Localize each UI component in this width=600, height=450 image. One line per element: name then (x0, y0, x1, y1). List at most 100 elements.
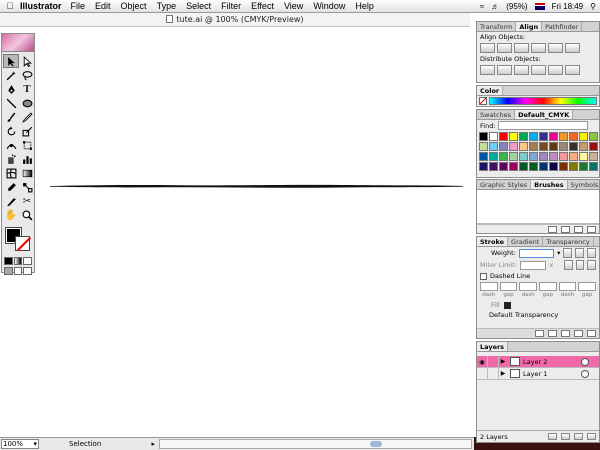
menu-edit[interactable]: Edit (95, 1, 111, 11)
swatch-29[interactable] (519, 152, 528, 161)
swatch-11[interactable] (579, 132, 588, 141)
swatch-12[interactable] (589, 132, 598, 141)
layer-row-layer-1[interactable]: ▶ Layer 1 (477, 368, 599, 380)
swatch-44[interactable] (549, 162, 558, 171)
clear-appearance-button[interactable] (548, 330, 557, 337)
color-spectrum-bar[interactable] (489, 97, 597, 105)
column-graph-tool-icon[interactable] (19, 152, 35, 166)
standard-screen-mode-button[interactable] (4, 267, 13, 275)
menu-filter[interactable]: Filter (221, 1, 241, 11)
tab-align[interactable]: Align (516, 22, 543, 31)
remove-brush-stroke-button[interactable] (548, 226, 557, 233)
new-brush-button[interactable] (574, 226, 583, 233)
swatch-1[interactable] (479, 132, 488, 141)
align-right-button[interactable] (514, 43, 529, 53)
warp-tool-icon[interactable] (3, 138, 19, 152)
swatch-25[interactable] (479, 152, 488, 161)
swatch-48[interactable] (589, 162, 598, 171)
distribute-bottom-button[interactable] (514, 65, 529, 75)
dash-2-input[interactable] (519, 282, 538, 291)
line-segment-tool-icon[interactable] (3, 96, 19, 110)
full-screen-menu-mode-button[interactable] (13, 267, 23, 275)
layer-row-layer-2[interactable]: ◉ ▶ Layer 2 (477, 356, 599, 368)
weight-dropdown-icon[interactable]: ▾ (557, 249, 560, 257)
tab-brushes[interactable]: Brushes (531, 180, 568, 189)
gap-1-input[interactable] (499, 282, 518, 291)
brush-stroke-path[interactable] (50, 182, 463, 190)
layer-2-expand-triangle-icon[interactable]: ▶ (499, 358, 507, 365)
layer-1-name[interactable]: Layer 1 (523, 370, 581, 378)
layer-1-expand-triangle-icon[interactable]: ▶ (499, 370, 507, 377)
layer-1-lock-icon[interactable] (488, 368, 499, 379)
swatch-37[interactable] (479, 162, 488, 171)
layer-2-target-icon[interactable] (581, 357, 589, 366)
gap-2-input[interactable] (539, 282, 557, 291)
align-bottom-button[interactable] (565, 43, 580, 53)
swatch-27[interactable] (499, 152, 508, 161)
menu-window[interactable]: Window (313, 1, 345, 11)
scissors-tool-icon[interactable]: ✂ (19, 194, 35, 208)
hand-tool-icon[interactable]: ✋ (3, 208, 19, 222)
horizontal-scrollbar[interactable] (159, 439, 472, 449)
slice-tool-icon[interactable] (3, 194, 19, 208)
tab-gradient[interactable]: Gradient (508, 237, 544, 246)
menu-object[interactable]: Object (121, 1, 147, 11)
zoom-dropdown-icon[interactable]: ▾ (33, 440, 37, 448)
tab-swatches[interactable]: Swatches (477, 110, 516, 119)
swatch-43[interactable] (539, 162, 548, 171)
gradient-mode-button[interactable] (13, 257, 23, 265)
swatch-32[interactable] (549, 152, 558, 161)
projecting-cap-button[interactable] (587, 248, 596, 258)
color-mode-button[interactable] (4, 257, 13, 265)
app-menu[interactable]: Illustrator (20, 1, 62, 11)
tab-color[interactable]: Color (477, 86, 504, 95)
find-swatch-input[interactable] (497, 121, 588, 130)
tab-pathfinder[interactable]: Pathfinder (542, 22, 583, 31)
swatch-45[interactable] (559, 162, 568, 171)
new-layer-button[interactable] (574, 433, 583, 440)
swatch-13[interactable] (479, 142, 488, 151)
swatch-28[interactable] (509, 152, 518, 161)
bevel-join-button[interactable] (587, 260, 597, 270)
swatch-33[interactable] (559, 152, 568, 161)
swatch-34[interactable] (569, 152, 578, 161)
status-dropdown-icon[interactable]: ▸ (151, 440, 155, 448)
swatch-31[interactable] (539, 152, 548, 161)
dashed-line-checkbox[interactable] (480, 272, 487, 280)
swatch-46[interactable] (569, 162, 578, 171)
layer-2-lock-toggle[interactable] (488, 356, 499, 367)
eyedropper-tool-icon[interactable] (3, 180, 19, 194)
distribute-vertical-center-button[interactable] (497, 65, 512, 75)
swatch-5[interactable] (519, 132, 528, 141)
gap-3-input[interactable] (578, 282, 597, 291)
swatch-7[interactable] (539, 132, 548, 141)
ellipse-tool-icon[interactable] (19, 96, 35, 110)
swatch-18[interactable] (529, 142, 538, 151)
swatch-23[interactable] (579, 142, 588, 151)
brush-options-button[interactable] (561, 226, 570, 233)
tab-graphic-styles[interactable]: Graphic Styles (477, 180, 532, 189)
direct-selection-tool-icon[interactable] (19, 54, 35, 68)
delete-layer-button[interactable] (587, 433, 596, 440)
menu-help[interactable]: Help (355, 1, 374, 11)
menu-effect[interactable]: Effect (251, 1, 274, 11)
swatch-20[interactable] (549, 142, 558, 151)
align-vertical-center-button[interactable] (548, 43, 563, 53)
brush-library-list[interactable] (477, 190, 599, 224)
swatch-39[interactable] (499, 162, 508, 171)
tab-transform[interactable]: Transform (477, 22, 517, 31)
new-sublayer-button[interactable] (561, 433, 570, 440)
battery-status[interactable]: (95%) (506, 2, 527, 11)
stroke-weight-input[interactable] (518, 248, 555, 258)
align-horizontal-center-button[interactable] (497, 43, 512, 53)
status-menu[interactable]: Selection ▸ (69, 440, 155, 448)
gradient-tool-icon[interactable] (19, 166, 35, 180)
swatch-6[interactable] (529, 132, 538, 141)
menu-select[interactable]: Select (186, 1, 211, 11)
layer-2-name[interactable]: Layer 2 (523, 358, 581, 366)
delete-item-button[interactable] (587, 330, 596, 337)
input-flag-icon[interactable] (534, 3, 545, 10)
miter-limit-input[interactable] (520, 260, 547, 270)
swatch-42[interactable] (529, 162, 538, 171)
horizontal-scroll-thumb[interactable] (370, 441, 382, 447)
